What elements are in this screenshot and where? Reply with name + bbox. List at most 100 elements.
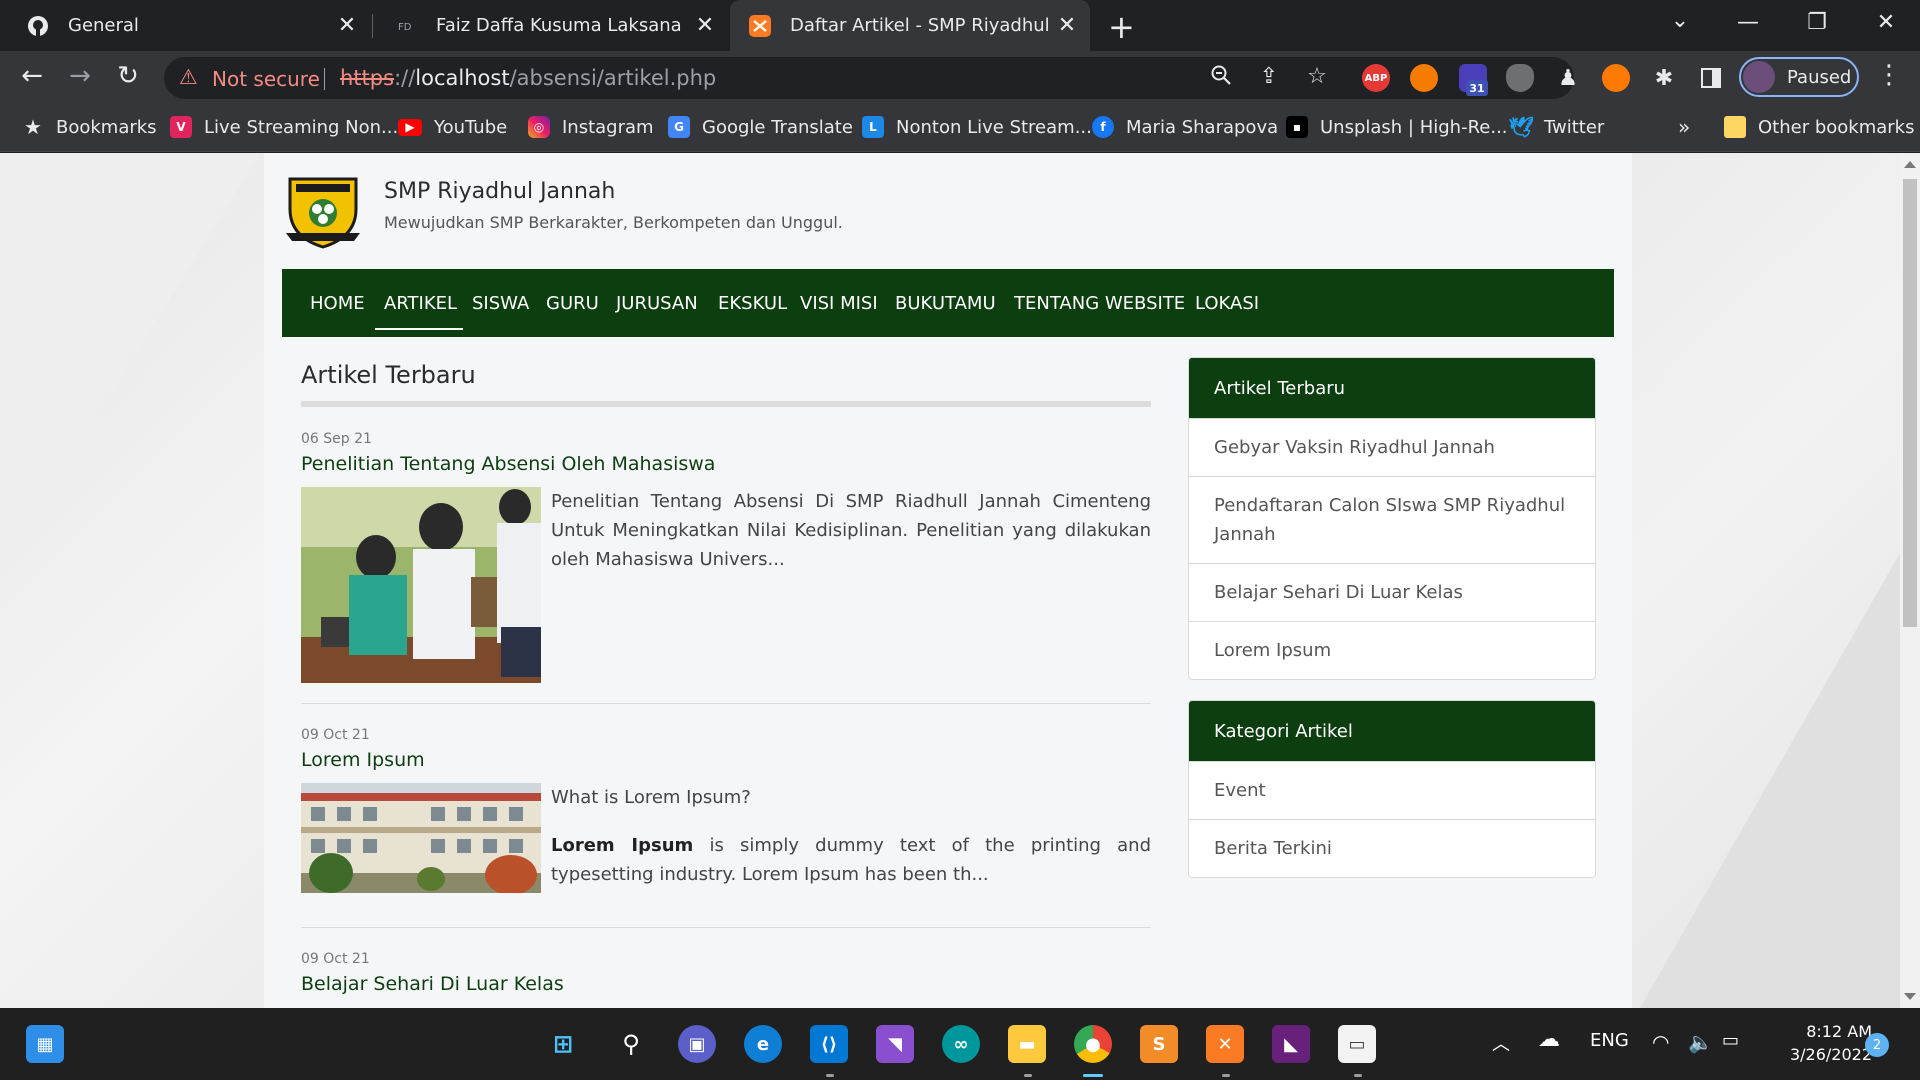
tab-separator	[372, 14, 373, 38]
article-title[interactable]: Penelitian Tentang Absensi Oleh Mahasisw…	[301, 453, 715, 475]
translate-icon: G	[668, 116, 690, 138]
profile-button[interactable]: Paused	[1739, 57, 1859, 97]
close-tab-icon[interactable]: ✕	[332, 13, 362, 38]
side-panel-icon[interactable]	[1697, 64, 1725, 92]
edge-icon[interactable]: e	[744, 1025, 782, 1063]
recent-article-link[interactable]: Pendaftaran Calon SIswa SMP Riyadhul Jan…	[1189, 476, 1595, 563]
tab-faiz[interactable]: FD Faiz Daffa Kusuma Laksana ✕	[374, 0, 728, 51]
bookmark-item[interactable]: ★ Bookmarks	[22, 104, 157, 150]
tray-overflow-icon[interactable]: ︿	[1492, 1030, 1510, 1056]
svg-text:FD: FD	[398, 22, 412, 33]
file-explorer-icon[interactable]: ▬	[1008, 1025, 1046, 1063]
nav-artikel[interactable]: ARTIKEL	[384, 293, 457, 314]
nav-ekskul[interactable]: EKSKUL	[718, 293, 787, 314]
article-title[interactable]: Lorem Ipsum	[301, 749, 425, 771]
extension-badge: 31	[1466, 80, 1488, 96]
widgets-icon[interactable]: ▦	[26, 1025, 64, 1063]
recent-article-link[interactable]: Belajar Sehari Di Luar Kelas	[1189, 563, 1595, 621]
back-icon[interactable]: ←	[14, 61, 50, 91]
nav-jurusan[interactable]: JURUSAN	[616, 293, 698, 314]
menu-icon[interactable]: ⋮	[1876, 60, 1902, 90]
close-tab-icon[interactable]: ✕	[690, 13, 720, 38]
language-indicator[interactable]: ENG	[1590, 1030, 1629, 1051]
share-icon[interactable]: ⇪	[1254, 64, 1284, 89]
category-link[interactable]: Event	[1189, 761, 1595, 819]
forward-icon[interactable]: →	[62, 61, 98, 91]
nav-bukutamu[interactable]: BUKUTAMU	[895, 293, 996, 314]
bookmark-star-icon[interactable]: ☆	[1302, 64, 1332, 89]
vidio-icon: V	[170, 116, 192, 138]
vscode-icon[interactable]: ⟨⟩	[810, 1025, 848, 1063]
battery-icon[interactable]: ▭	[1722, 1030, 1739, 1051]
bookmark-item[interactable]: f Maria Sharapova	[1092, 104, 1278, 150]
tab-daftar-artikel[interactable]: Daftar Artikel - SMP Riyadhul Jannah ✕	[730, 0, 1090, 51]
tab-search-icon[interactable]: ⌄	[1660, 8, 1700, 33]
system-clock[interactable]: 8:12 AM 3/26/2022	[1772, 1020, 1872, 1066]
nav-siswa[interactable]: SISWA	[472, 293, 529, 314]
search-icon[interactable]: ⚲	[612, 1025, 650, 1063]
section-divider	[301, 401, 1151, 407]
restore-icon[interactable]: ❐	[1797, 10, 1837, 35]
nav-visi-misi[interactable]: VISI MISI	[800, 293, 878, 314]
bookmark-item[interactable]: L Nonton Live Stream...	[862, 104, 1092, 150]
nav-home[interactable]: HOME	[310, 293, 365, 314]
half-moon-icon[interactable]	[1602, 64, 1630, 92]
close-window-icon[interactable]: ✕	[1866, 10, 1906, 35]
bookmark-item[interactable]: G Google Translate	[668, 104, 853, 150]
tab-title: General	[68, 15, 139, 36]
chat-icon[interactable]: ▣	[678, 1025, 716, 1063]
bookmark-item[interactable]: ▪ Unsplash | High-Re...	[1286, 104, 1508, 150]
active-app-indicator	[1083, 1074, 1103, 1077]
site-name[interactable]: SMP Riyadhul Jannah	[384, 179, 615, 204]
background-pattern	[0, 153, 260, 573]
close-tab-icon[interactable]: ✕	[1052, 13, 1082, 38]
not-secure-label[interactable]: Not secure	[212, 67, 320, 91]
shield-icon[interactable]	[1506, 64, 1534, 92]
article-thumbnail[interactable]	[301, 487, 541, 687]
article-title[interactable]: Belajar Sehari Di Luar Kelas	[301, 973, 564, 995]
onedrive-icon[interactable]: ☁	[1538, 1027, 1560, 1052]
visual-studio-icon[interactable]: ◥	[876, 1025, 914, 1063]
bookmarks-overflow-button[interactable]: »	[1678, 104, 1690, 150]
bookmark-item[interactable]: ◎ Instagram	[528, 104, 654, 150]
new-tab-icon[interactable]: +	[1108, 8, 1135, 46]
penguin-icon[interactable]: ♟	[1554, 64, 1582, 92]
category-link[interactable]: Berita Terkini	[1189, 819, 1595, 877]
bookmark-item[interactable]: V Live Streaming Non...	[170, 104, 398, 150]
nav-guru[interactable]: GURU	[546, 293, 599, 314]
recent-article-link[interactable]: Lorem Ipsum	[1189, 621, 1595, 679]
page-scrollbar[interactable]	[1900, 153, 1920, 1008]
nav-lokasi[interactable]: LOKASI	[1195, 293, 1259, 314]
notification-badge[interactable]: 2	[1865, 1033, 1889, 1057]
sublime-text-icon[interactable]: S	[1140, 1025, 1178, 1063]
zoom-icon[interactable]	[1206, 64, 1236, 92]
start-icon[interactable]: ⊞	[544, 1025, 582, 1063]
minimize-icon[interactable]: —	[1728, 10, 1768, 35]
nav-tentang-website[interactable]: TENTANG WEBSITE	[1014, 293, 1185, 314]
recent-article-link[interactable]: Gebyar Vaksin Riyadhul Jannah	[1189, 418, 1595, 476]
scroll-thumb[interactable]	[1903, 179, 1917, 627]
bookmark-item[interactable]: 🕊 Twitter	[1508, 104, 1604, 150]
profile-status: Paused	[1787, 66, 1852, 88]
notepad-icon[interactable]: ▭	[1338, 1025, 1376, 1063]
school-logo[interactable]	[282, 175, 364, 249]
wifi-icon[interactable]: ◠	[1652, 1030, 1669, 1054]
article-excerpt: Penelitian Tentang Absensi Di SMP Riadhu…	[551, 491, 1151, 570]
article-thumbnail[interactable]	[301, 783, 541, 897]
other-bookmarks[interactable]: Other bookmarks	[1724, 104, 1914, 150]
extension-icon[interactable]	[1410, 64, 1438, 92]
clock-date: 3/26/2022	[1789, 1045, 1872, 1064]
url-text[interactable]: https://localhost/absensi/artikel.php	[340, 66, 716, 90]
bookmark-item[interactable]: ▶ YouTube	[398, 104, 507, 150]
tab-general[interactable]: General ✕	[0, 0, 370, 51]
scroll-up-icon[interactable]	[1904, 161, 1916, 168]
puzzle-icon[interactable]: ✱	[1650, 64, 1678, 92]
volume-icon[interactable]: 🔈	[1688, 1030, 1713, 1054]
visual-studio-icon[interactable]: ◣	[1272, 1025, 1310, 1063]
arduino-icon[interactable]: ∞	[942, 1025, 980, 1063]
chrome-icon[interactable]: ●	[1074, 1025, 1112, 1063]
scroll-down-icon[interactable]	[1904, 993, 1916, 1000]
reload-icon[interactable]: ↻	[110, 61, 146, 91]
xampp-icon[interactable]: ✕	[1206, 1025, 1244, 1063]
adblock-plus-icon[interactable]: ABP	[1362, 64, 1390, 92]
